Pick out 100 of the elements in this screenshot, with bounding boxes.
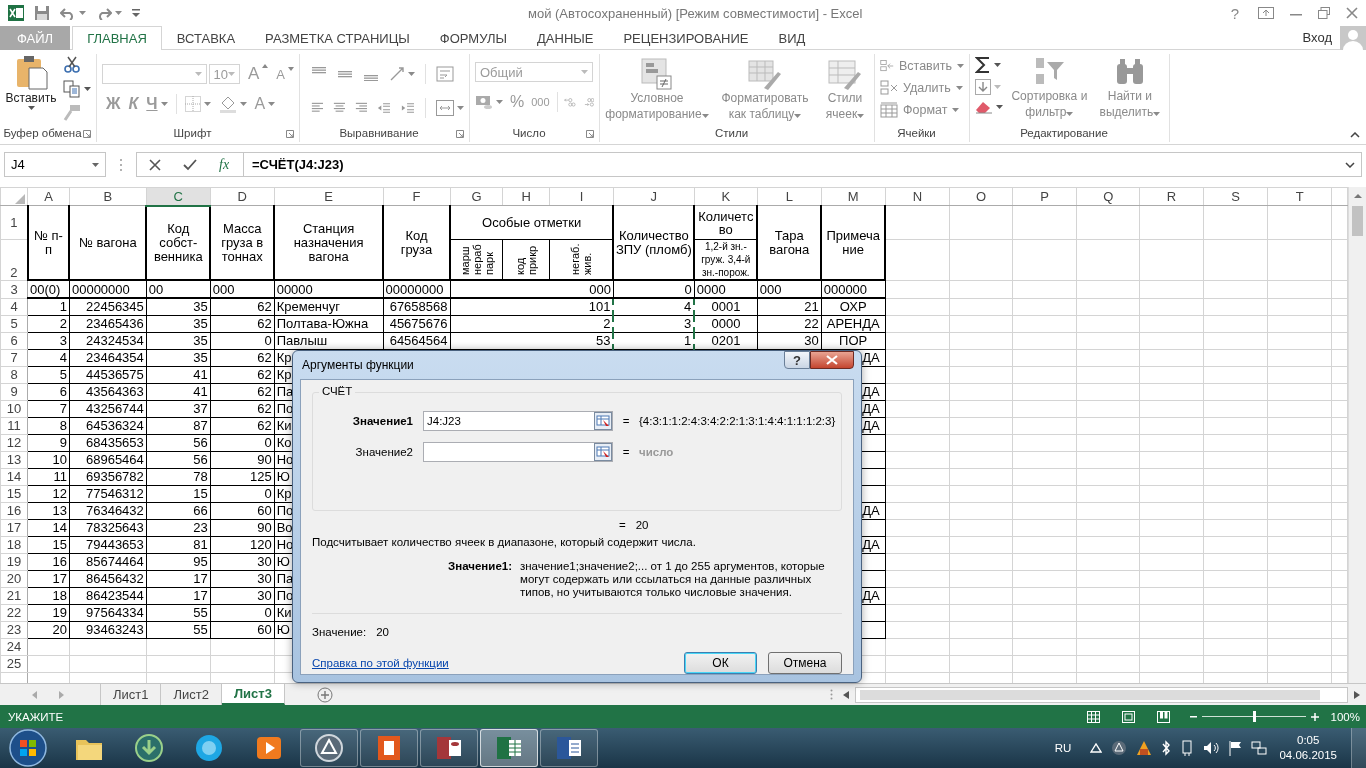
row-header[interactable]: 17: [0, 519, 28, 536]
font-name-field[interactable]: [102, 64, 207, 84]
dialog-launcher-icon[interactable]: [286, 130, 294, 138]
column-header[interactable]: G: [450, 187, 503, 206]
cancel-icon[interactable]: [149, 158, 161, 171]
expand-icon[interactable]: [1345, 161, 1355, 168]
device-icon[interactable]: [1180, 740, 1195, 756]
column-header[interactable]: S: [1203, 187, 1268, 206]
dialog-launcher-icon[interactable]: [586, 130, 594, 138]
row-header[interactable]: 3: [0, 280, 28, 298]
editing-button[interactable]: Сортировка и фильтр: [1009, 56, 1090, 124]
ribbon-tab[interactable]: ВСТАВКА: [161, 26, 251, 50]
column-header[interactable]: H: [502, 187, 550, 206]
taskbar-button[interactable]: [480, 729, 538, 767]
save-icon[interactable]: [34, 5, 50, 21]
dialog-launcher-icon[interactable]: [456, 130, 464, 138]
column-header[interactable]: K: [694, 187, 758, 206]
name-box[interactable]: J4: [4, 152, 106, 177]
ribbon-tab[interactable]: ВИД: [763, 26, 821, 50]
column-header[interactable]: B: [69, 187, 147, 206]
column-header[interactable]: A: [27, 187, 70, 206]
row-header[interactable]: 12: [0, 434, 28, 451]
scroll-left-icon[interactable]: [843, 690, 849, 699]
clock-date[interactable]: 04.06.2015: [1279, 748, 1337, 763]
update-icon[interactable]: [1136, 740, 1153, 756]
page-break-icon[interactable]: [1156, 710, 1170, 723]
insert-function-button[interactable]: fx: [219, 156, 230, 173]
ribbon-tab[interactable]: РАЗМЕТКА СТРАНИЦЫ: [250, 26, 425, 50]
slider-thumb[interactable]: [1252, 711, 1256, 722]
scroll-up-icon[interactable]: [1353, 193, 1362, 198]
styles-button[interactable]: Условное форматирование: [605, 58, 709, 124]
row-header[interactable]: 5: [0, 315, 28, 332]
copy-icon[interactable]: [63, 80, 81, 98]
column-header[interactable]: N: [885, 187, 950, 206]
select-all-icon[interactable]: [15, 193, 25, 204]
close-icon[interactable]: [1346, 7, 1358, 19]
show-hidden-icons-icon[interactable]: [1090, 743, 1103, 753]
column-header[interactable]: O: [949, 187, 1013, 206]
restore-icon[interactable]: [1318, 7, 1330, 19]
autosum-icon[interactable]: [975, 56, 991, 74]
fill-down-icon[interactable]: [975, 79, 991, 95]
help-button[interactable]: ?: [1228, 4, 1242, 22]
sheet-tab[interactable]: Лист3: [221, 684, 285, 705]
collapse-ribbon-icon[interactable]: [1350, 132, 1360, 138]
previous-sheet-icon[interactable]: [32, 690, 37, 699]
editing-button[interactable]: Найти и выделить: [1095, 56, 1164, 124]
taskbar-button[interactable]: [420, 729, 478, 767]
row-header[interactable]: 6: [0, 332, 28, 349]
align-center-icon[interactable]: [333, 102, 346, 114]
collapse-dialog-icon[interactable]: [594, 442, 612, 461]
row-header[interactable]: 24: [0, 638, 28, 655]
cells-button[interactable]: Формат: [880, 100, 964, 120]
scroll-right-icon[interactable]: [1354, 690, 1360, 699]
row-header[interactable]: 4: [0, 298, 28, 315]
next-sheet-icon[interactable]: [59, 690, 64, 699]
row-header[interactable]: 22: [0, 604, 28, 621]
row-header[interactable]: 20: [0, 570, 28, 587]
row-header[interactable]: 14: [0, 468, 28, 485]
taskbar-button[interactable]: [360, 729, 418, 767]
ribbon-tab[interactable]: ФОРМУЛЫ: [424, 26, 522, 50]
increase-indent-icon[interactable]: [401, 102, 416, 114]
column-header[interactable]: L: [757, 187, 822, 206]
column-header[interactable]: F: [383, 187, 450, 206]
column-header[interactable]: C: [146, 187, 211, 206]
zoom-in-icon[interactable]: [1310, 712, 1319, 721]
currency-icon[interactable]: [475, 94, 493, 110]
row-header[interactable]: 9: [0, 383, 28, 400]
align-left-icon[interactable]: [311, 102, 324, 114]
brush-icon[interactable]: [63, 104, 81, 122]
row-header[interactable]: 13: [0, 451, 28, 468]
scrollbar-thumb[interactable]: [1352, 206, 1363, 236]
eraser-icon[interactable]: [975, 100, 993, 114]
column-header[interactable]: R: [1139, 187, 1204, 206]
merge-cells-icon[interactable]: [436, 100, 454, 116]
row-header[interactable]: 7: [0, 349, 28, 366]
dialog-launcher-icon[interactable]: [83, 130, 91, 138]
paste-button[interactable]: Вставить: [5, 54, 57, 124]
taskbar-button[interactable]: [300, 729, 358, 767]
argument-field[interactable]: J4:J23: [423, 410, 613, 431]
dialog-button[interactable]: Отмена: [768, 652, 842, 674]
help-button[interactable]: ?: [784, 351, 810, 369]
column-header[interactable]: E: [274, 187, 384, 206]
horizontal-scrollbar[interactable]: [855, 686, 1348, 703]
add-sheet-icon[interactable]: [316, 686, 333, 703]
ribbon-tab[interactable]: ГЛАВНАЯ: [72, 26, 162, 50]
column-header[interactable]: J: [613, 187, 695, 206]
collapse-dialog-icon[interactable]: [594, 411, 612, 430]
row-header[interactable]: 25: [0, 655, 28, 672]
row-header[interactable]: 1: [0, 205, 28, 240]
tray-app-icon[interactable]: [1111, 740, 1128, 756]
row-header[interactable]: 10: [0, 400, 28, 417]
column-header[interactable]: P: [1012, 187, 1077, 206]
row-header[interactable]: 18: [0, 536, 28, 553]
ribbon-display-icon[interactable]: [1258, 7, 1274, 19]
ribbon-tab[interactable]: РЕЦЕНЗИРОВАНИЕ: [608, 26, 764, 50]
column-header[interactable]: Q: [1077, 187, 1140, 206]
row-header[interactable]: 8: [0, 366, 28, 383]
row-header[interactable]: 23: [0, 621, 28, 638]
dialog-button[interactable]: ОК: [684, 652, 757, 674]
enter-icon[interactable]: [183, 158, 197, 171]
